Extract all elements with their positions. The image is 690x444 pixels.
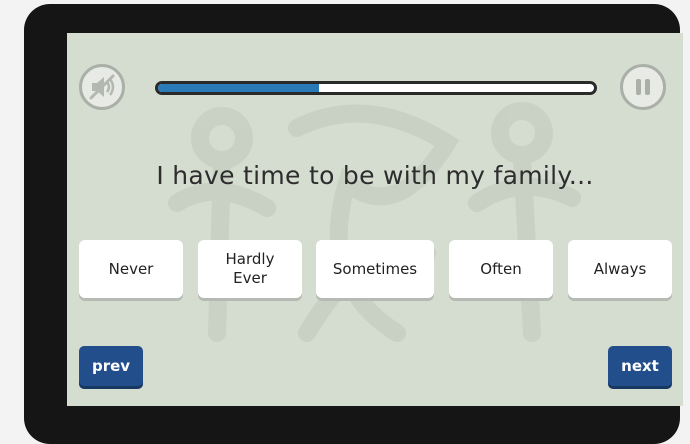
pause-button[interactable] xyxy=(620,64,666,110)
answer-often-button[interactable]: Often xyxy=(449,240,553,298)
progress-fill xyxy=(158,84,320,92)
answer-label: Sometimes xyxy=(332,259,418,278)
answer-label: Often xyxy=(480,259,522,278)
next-button[interactable]: next xyxy=(608,346,672,386)
answer-label: Always xyxy=(593,259,647,278)
prev-label: prev xyxy=(91,357,131,375)
answer-sometimes-button[interactable]: Sometimes xyxy=(316,240,434,298)
progress-bar xyxy=(155,81,597,95)
answer-never-button[interactable]: Never xyxy=(79,240,183,298)
speaker-muted-icon xyxy=(89,74,115,100)
prev-button[interactable]: prev xyxy=(79,346,143,386)
sound-toggle-button[interactable] xyxy=(79,64,125,110)
answer-label: Never xyxy=(108,259,154,278)
question-text: I have time to be with my family... xyxy=(156,161,594,190)
answer-hardly-ever-button[interactable]: Hardly Ever xyxy=(198,240,302,298)
answer-label: Hardly Ever xyxy=(225,250,275,287)
next-label: next xyxy=(621,357,659,375)
device-frame: I have time to be with my family... Neve… xyxy=(24,4,683,444)
pause-icon xyxy=(636,79,650,95)
answer-always-button[interactable]: Always xyxy=(568,240,672,298)
quiz-screen: I have time to be with my family... Neve… xyxy=(67,33,683,406)
